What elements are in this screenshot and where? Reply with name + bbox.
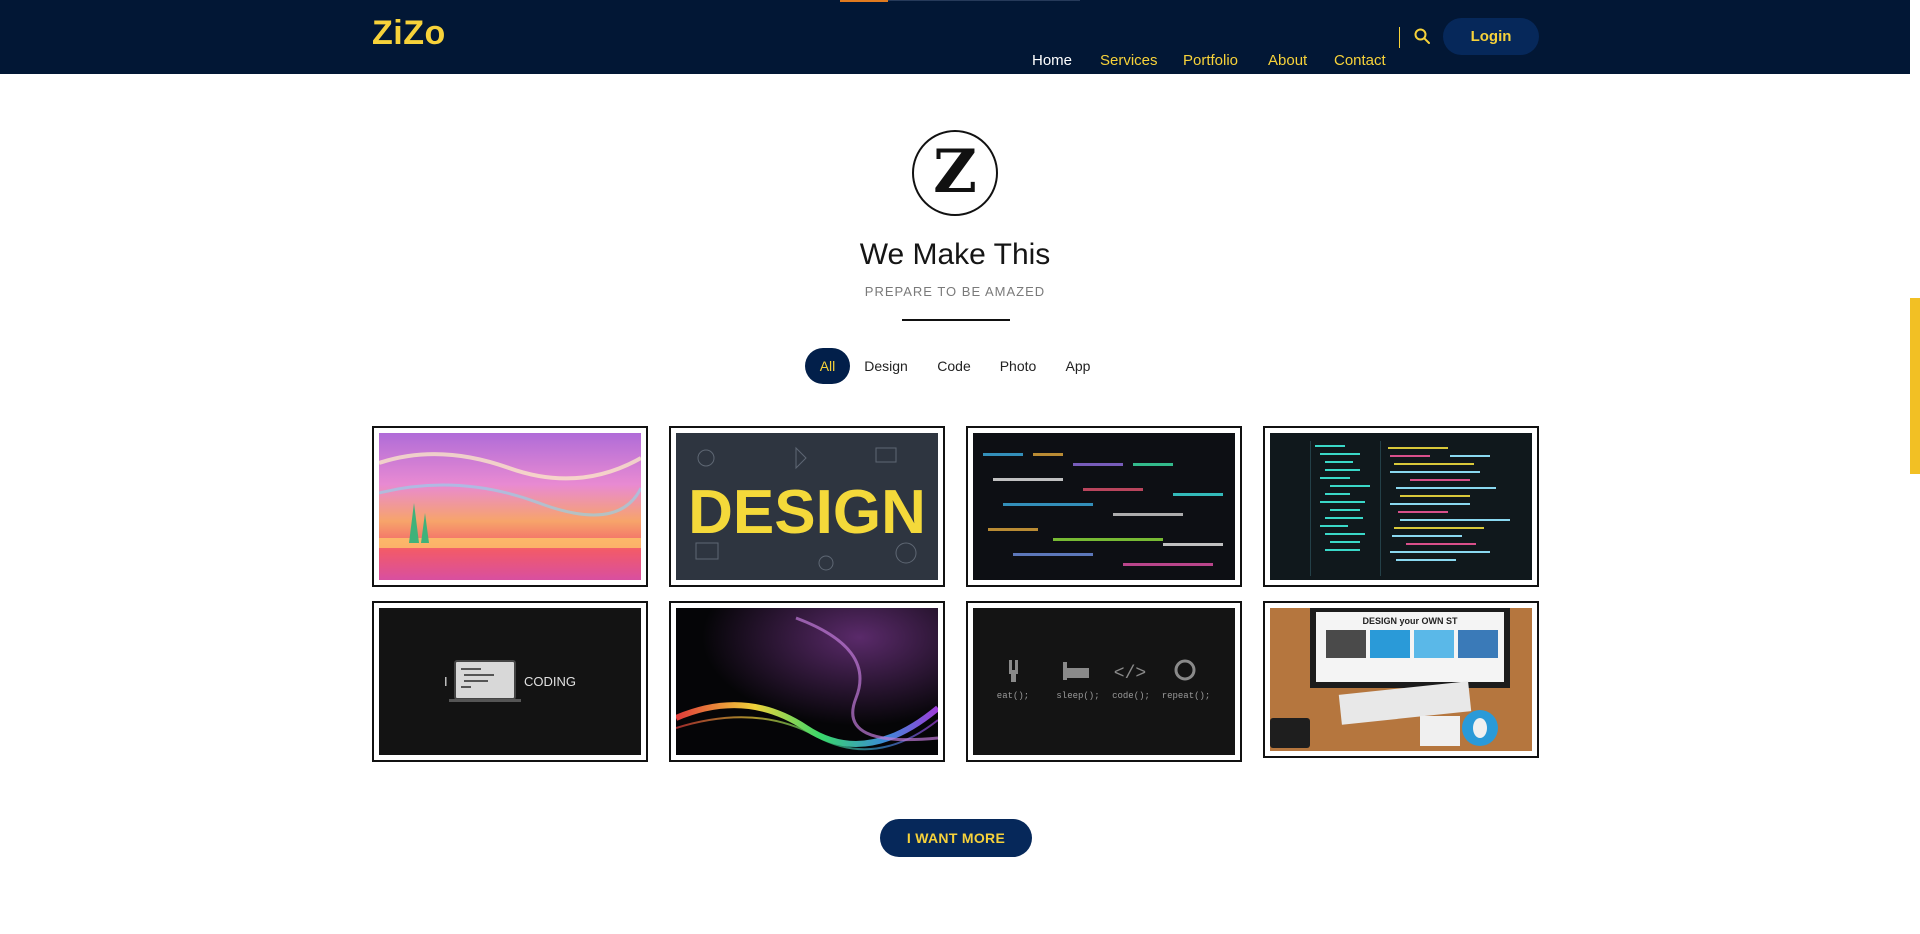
emblem-letter: Z: [933, 137, 977, 207]
gallery-item-eat-sleep-code-repeat[interactable]: </> eat(); sleep(); code(); repeat();: [966, 601, 1242, 762]
page-progress-track: [888, 0, 1080, 1]
filter-design[interactable]: Design: [858, 348, 914, 384]
i-want-more-button[interactable]: I WANT MORE: [880, 819, 1032, 857]
brand-logo[interactable]: ZiZo: [372, 14, 446, 53]
brand-emblem: Z: [912, 130, 998, 216]
section-title: We Make This: [859, 238, 1051, 271]
nav-home[interactable]: Home: [1032, 52, 1072, 69]
abstract-light-wave-image: [676, 608, 938, 755]
nav-contact[interactable]: Contact: [1334, 52, 1386, 69]
gallery-item-design-your-own-style[interactable]: DESIGN your OWN ST: [1263, 601, 1539, 758]
nav-services[interactable]: Services: [1100, 52, 1158, 69]
title-divider: [902, 319, 1010, 321]
svg-text:</>: </>: [1114, 664, 1146, 684]
label-eat: eat();: [997, 691, 1029, 701]
search-icon[interactable]: [1413, 27, 1431, 45]
filter-all[interactable]: All: [805, 348, 850, 384]
eat-sleep-code-repeat-image: </> eat(); sleep(); code(); repeat();: [973, 608, 1235, 755]
nav-divider: [1399, 27, 1400, 48]
label-repeat: repeat();: [1162, 691, 1211, 701]
gallery-item-abstract-light-wave[interactable]: [669, 601, 945, 762]
label-sleep: sleep();: [1056, 691, 1099, 701]
design-word-text: DESIGN: [688, 478, 926, 547]
painting-landscape-image: [379, 433, 641, 580]
gallery-item-painting-landscape[interactable]: [372, 426, 648, 587]
i-love-coding-image: I CODING: [379, 608, 641, 755]
page-progress-indicator: [840, 0, 888, 2]
filter-code[interactable]: Code: [932, 348, 976, 384]
i-love-coding-right-text: CODING: [524, 674, 576, 689]
filter-app[interactable]: App: [1062, 348, 1094, 384]
nav-portfolio[interactable]: Portfolio: [1183, 52, 1238, 69]
section-subtitle: PREPARE TO BE AMAZED: [864, 284, 1046, 299]
login-button[interactable]: Login: [1443, 18, 1539, 55]
code-editor-screen-image: [1270, 433, 1532, 580]
gallery-item-code-screen-blur[interactable]: [966, 426, 1242, 587]
monitor-headline: DESIGN your OWN ST: [1362, 616, 1458, 626]
scrollbar-thumb[interactable]: [1910, 298, 1920, 474]
nav-about[interactable]: About: [1268, 52, 1307, 69]
label-code: code();: [1112, 691, 1150, 701]
gallery-item-i-love-coding[interactable]: I CODING: [372, 601, 648, 762]
design-your-own-style-image: DESIGN your OWN ST: [1270, 608, 1532, 751]
design-word-art-image: DESIGN: [676, 433, 938, 580]
i-love-coding-left-text: I: [444, 674, 448, 689]
gallery-item-code-editor-screen[interactable]: [1263, 426, 1539, 587]
filter-photo[interactable]: Photo: [994, 348, 1042, 384]
gallery-item-design-word-art[interactable]: DESIGN: [669, 426, 945, 587]
code-screen-blur-image: [973, 433, 1235, 580]
navbar: [0, 0, 1910, 74]
